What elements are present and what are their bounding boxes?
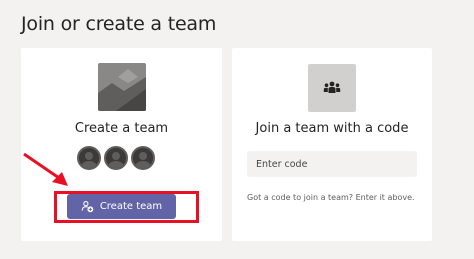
avatar bbox=[104, 146, 128, 170]
add-team-icon bbox=[81, 200, 94, 213]
create-team-card[interactable]: Create a team Create team bbox=[21, 48, 222, 241]
team-image-placeholder-icon bbox=[98, 63, 146, 111]
create-team-button[interactable]: Create team bbox=[67, 194, 176, 219]
page-title: Join or create a team bbox=[21, 13, 217, 35]
team-people-icon bbox=[308, 64, 356, 112]
avatar bbox=[77, 146, 101, 170]
join-team-card: Join a team with a code Got a code to jo… bbox=[232, 48, 432, 241]
team-code-input[interactable] bbox=[247, 151, 417, 177]
pointer-arrow-icon bbox=[23, 152, 68, 186]
join-team-title: Join a team with a code bbox=[255, 121, 409, 136]
create-team-button-label: Create team bbox=[99, 201, 163, 212]
join-code-hint: Got a code to join a team? Enter it abov… bbox=[247, 193, 415, 202]
member-avatars bbox=[77, 146, 155, 170]
avatar bbox=[131, 146, 155, 170]
create-team-title: Create a team bbox=[74, 121, 169, 136]
